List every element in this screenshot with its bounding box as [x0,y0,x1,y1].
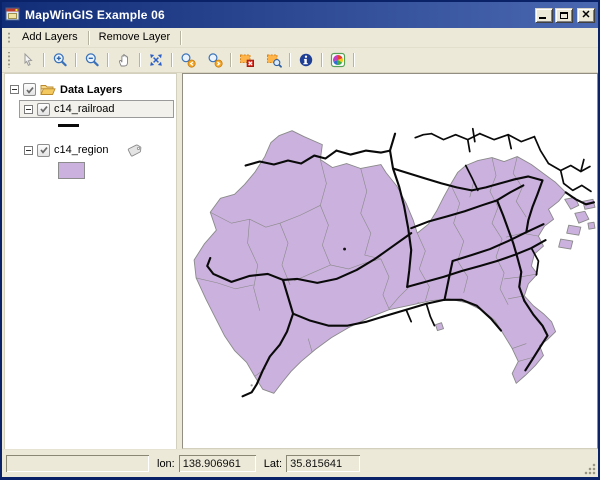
legend-group-data-layers[interactable]: Data Layers [5,80,176,99]
tag-icon[interactable] [126,142,143,159]
zoom-next-button[interactable] [201,49,228,71]
toolbar-separator [139,53,140,67]
remove-layers-icon [239,54,254,67]
check-icon [39,106,48,113]
menu-strip: Add Layers Remove Layer [2,28,598,48]
toolbar-separator [353,53,354,67]
zoom-previous-icon [180,53,196,68]
status-bar: lon: 138.906961 Lat: 35.815641 [2,449,598,477]
zoom-out-icon [85,53,99,67]
toolbar-separator [230,53,231,67]
toolstrip-grip-handle[interactable] [7,51,11,69]
group-label: Data Layers [60,83,123,96]
zoom-previous-button[interactable] [174,49,201,71]
info-icon [299,53,312,67]
maximize-button[interactable] [555,7,573,23]
remove-all-layers-button[interactable] [233,49,260,71]
toolbar-separator [75,53,76,67]
zoom-out-button[interactable] [78,49,105,71]
layer-label: c14_region [54,144,109,156]
region-symbol-swatch[interactable] [58,162,85,179]
collapse-icon[interactable] [10,85,19,94]
window-title: MapWinGIS Example 06 [25,8,165,22]
status-panel-blank [6,455,149,472]
check-icon [39,147,48,154]
maximize-icon [560,11,568,19]
color-palette-icon [330,52,345,68]
menu-separator [180,30,182,45]
lat-value: 35.815641 [286,455,361,472]
check-icon [25,86,34,94]
lon-value: 138.906961 [178,455,256,472]
collapse-icon[interactable] [24,104,33,114]
region-polygon[interactable] [193,130,567,394]
zoom-extents-icon [149,54,162,66]
pan-hand-icon [118,54,128,67]
open-folder-icon [40,85,56,95]
toolbar-separator [43,53,44,67]
toolbar-separator [107,53,108,67]
identify-button[interactable] [292,49,319,71]
toolbar-separator [321,53,322,67]
select-pointer-button[interactable] [14,49,41,71]
collapse-icon[interactable] [24,145,33,155]
app-icon [5,7,20,21]
zoom-in-icon [53,53,67,67]
menu-remove-layer[interactable]: Remove Layer [91,29,179,46]
group-checkbox[interactable] [23,83,36,96]
pan-button[interactable] [110,49,137,71]
minimize-button[interactable] [535,7,553,23]
layer-checkbox[interactable] [37,102,50,116]
layer-checkbox[interactable] [37,143,50,157]
line-symbol-swatch [58,124,79,127]
legend-panel[interactable]: Data Layers c14_railroad c14_region [4,73,177,449]
layer-label: c14_railroad [54,103,115,115]
map-view[interactable] [182,73,598,449]
toolbar-separator [171,53,172,67]
map-canvas [193,127,596,398]
menustrip-grip-handle[interactable] [7,30,11,45]
zoom-next-icon [207,53,223,68]
railroad-symbol[interactable] [58,124,176,127]
toolbar-separator [289,53,290,67]
tool-strip [2,48,598,73]
close-icon: ✕ [581,9,591,21]
layer-item-c14-region[interactable]: c14_region [19,141,174,159]
close-button[interactable]: ✕ [577,7,595,23]
zoom-to-layer-button[interactable] [260,49,287,71]
zoom-extents-button[interactable] [142,49,169,71]
lon-label: lon: [157,457,175,470]
minimize-icon [539,16,546,19]
pointer-icon [24,52,33,66]
symbology-button[interactable] [324,49,351,71]
zoom-in-button[interactable] [46,49,73,71]
lat-label: Lat: [263,457,283,470]
menu-add-layers[interactable]: Add Layers [14,29,86,46]
window-resize-grip[interactable] [583,462,596,475]
zoom-to-layer-icon [266,54,282,68]
title-bar[interactable]: MapWinGIS Example 06 ✕ [2,2,598,28]
content-area: Data Layers c14_railroad c14_region [2,73,598,449]
app-window: MapWinGIS Example 06 ✕ Add Layers Remove… [0,0,600,480]
menu-separator [87,30,89,45]
layer-item-c14-railroad[interactable]: c14_railroad [19,100,174,118]
